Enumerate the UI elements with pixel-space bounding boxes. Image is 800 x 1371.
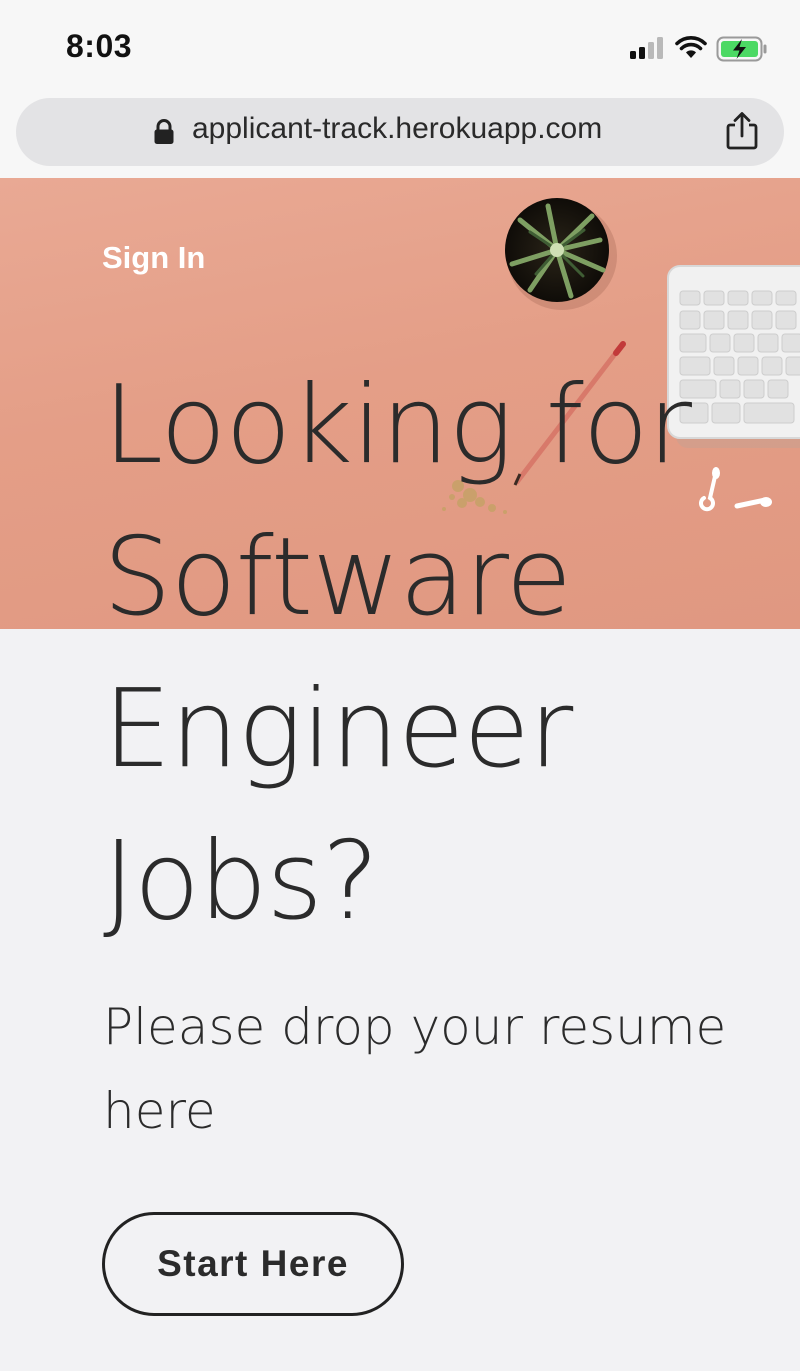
url-text: applicant-track.herokuapp.com	[192, 112, 603, 145]
headline-line: Software	[103, 515, 572, 640]
subheading: Please drop your resume here	[103, 998, 727, 1140]
status-time: 8:03	[66, 28, 133, 64]
start-here-button[interactable]: Start Here	[102, 1212, 404, 1316]
status-bar: 8:03	[0, 0, 800, 90]
plant-decoration	[505, 198, 617, 310]
url-bar[interactable]: applicant-track.herokuapp.com	[16, 98, 784, 166]
share-icon[interactable]	[724, 111, 760, 151]
headline-line: Looking for	[103, 363, 692, 488]
lock-icon	[154, 119, 174, 144]
page-headline: Looking for Software Engineer Jobs?	[103, 350, 793, 958]
sign-in-link[interactable]: Sign In	[102, 240, 205, 276]
battery-charging-icon	[716, 36, 767, 62]
signal-icon	[630, 37, 663, 59]
headline-line: Jobs?	[103, 819, 379, 944]
browser-chrome: applicant-track.herokuapp.com	[0, 90, 800, 178]
wifi-icon	[675, 36, 707, 58]
headline-line: Engineer	[103, 667, 573, 792]
